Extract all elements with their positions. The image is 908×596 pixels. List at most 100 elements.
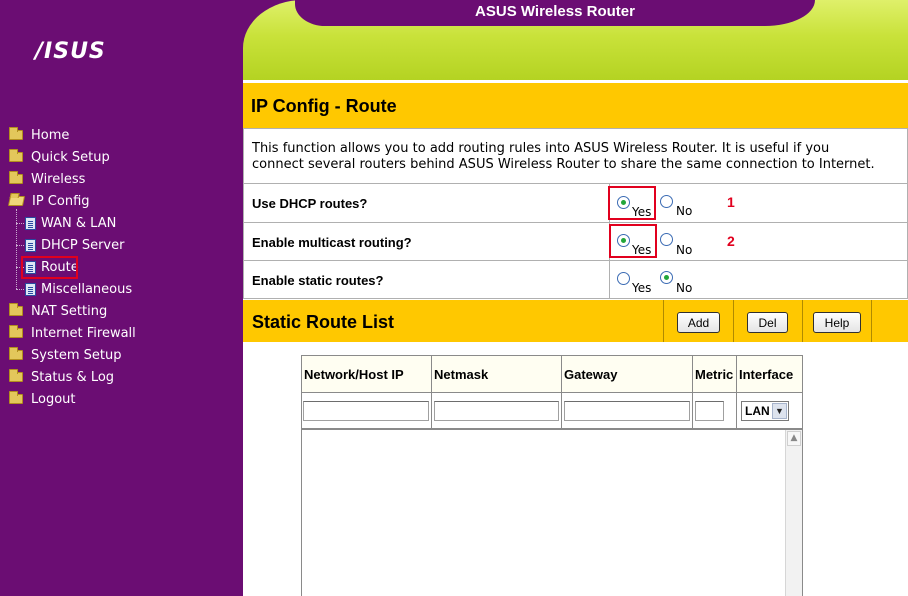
nav-label: Logout — [31, 391, 76, 407]
static-routes-yes-radio[interactable] — [617, 272, 630, 285]
button-cell: Add — [663, 300, 733, 342]
column-header-interface: Interface — [737, 356, 802, 393]
page-description: This function allows you to add routing … — [243, 128, 908, 184]
folder-icon — [9, 303, 23, 316]
help-button[interactable]: Help — [813, 312, 861, 333]
annotation-box — [609, 224, 657, 258]
nav-label: Status & Log — [31, 369, 115, 385]
asus-logo: /ISUS — [33, 39, 106, 64]
static-route-table: Network/Host IP Netmask Gateway Metric I… — [301, 355, 803, 596]
document-icon — [25, 216, 36, 230]
gateway-input[interactable] — [564, 401, 690, 421]
nav-dhcp-server[interactable]: DHCP Server — [25, 235, 124, 255]
main-content: IP Config - Route This function allows y… — [243, 80, 908, 596]
multicast-no-radio[interactable] — [660, 233, 673, 246]
nav-label: Wireless — [31, 171, 86, 187]
network-ip-input[interactable] — [303, 401, 429, 421]
interface-select[interactable]: LAN ▼ — [741, 401, 789, 421]
static-routes-no-radio[interactable] — [660, 271, 673, 284]
nav-miscellaneous[interactable]: Miscellaneous — [25, 279, 132, 299]
option-label: Enable multicast routing? — [252, 235, 412, 250]
folder-icon — [9, 325, 23, 338]
radio-label: No — [676, 243, 693, 257]
nav-quick-setup[interactable]: Quick Setup — [9, 147, 110, 167]
tree-guide — [16, 223, 24, 224]
radio-label: No — [676, 281, 693, 295]
route-highlight-box — [21, 256, 78, 279]
column-header-metric: Metric — [693, 356, 737, 393]
folder-icon — [9, 369, 23, 382]
input-cell — [562, 393, 693, 429]
svg-text:/ISUS: /ISUS — [33, 39, 106, 64]
nav-label: Miscellaneous — [41, 281, 133, 297]
page-title: IP Config - Route — [251, 96, 397, 116]
route-list-box[interactable]: ▲ — [302, 429, 802, 596]
nav-logout[interactable]: Logout — [9, 389, 76, 409]
folder-icon — [9, 391, 23, 404]
folder-icon — [9, 347, 23, 360]
input-cell — [432, 393, 562, 429]
dhcp-routes-no-radio[interactable] — [660, 195, 673, 208]
nav-label: System Setup — [31, 347, 122, 363]
folder-open-icon — [7, 196, 26, 206]
metric-input[interactable] — [695, 401, 724, 421]
scroll-up-icon[interactable]: ▲ — [787, 431, 801, 446]
tree-guide — [16, 245, 24, 246]
section-title: Static Route List — [252, 312, 395, 332]
column-header-netmask: Netmask — [432, 356, 562, 393]
add-button[interactable]: Add — [677, 312, 720, 333]
sidebar: /ISUS Home Quick Setup Wireless IP Confi… — [0, 0, 243, 596]
description-line: connect several routers behind ASUS Wire… — [252, 157, 875, 172]
chevron-down-icon: ▼ — [772, 403, 787, 419]
nav-ip-config[interactable]: IP Config — [7, 191, 90, 211]
nav-label: WAN & LAN — [41, 215, 117, 231]
nav-label: DHCP Server — [41, 237, 125, 253]
nav-system-setup[interactable]: System Setup — [9, 345, 121, 365]
page-title-bar: IP Config - Route — [243, 83, 908, 128]
option-row-static-routes: Enable static routes? Yes No — [243, 261, 908, 299]
folder-icon — [9, 127, 23, 140]
annotation-number: 2 — [727, 233, 735, 249]
radio-label: No — [676, 204, 693, 218]
nav-label: Internet Firewall — [31, 325, 136, 341]
annotation-box — [608, 186, 656, 220]
netmask-input[interactable] — [434, 401, 559, 421]
nav-wan-lan[interactable]: WAN & LAN — [25, 213, 116, 233]
folder-icon — [9, 171, 23, 184]
option-label: Enable static routes? — [252, 273, 384, 288]
folder-icon — [9, 149, 23, 162]
annotation-number: 1 — [727, 194, 735, 210]
column-header-network: Network/Host IP — [302, 356, 432, 393]
nav-wireless[interactable]: Wireless — [9, 169, 85, 189]
header: ASUS Wireless Router — [243, 0, 908, 80]
radio-label: Yes — [632, 281, 652, 295]
document-icon — [25, 282, 36, 296]
nav-label: Quick Setup — [31, 149, 110, 165]
nav-internet-firewall[interactable]: Internet Firewall — [9, 323, 136, 343]
option-label: Use DHCP routes? — [252, 196, 368, 211]
interface-value: LAN — [745, 404, 770, 418]
tree-guide — [16, 289, 24, 290]
column-divider — [609, 261, 610, 298]
nav-nat-setting[interactable]: NAT Setting — [9, 301, 107, 321]
nav-label: NAT Setting — [31, 303, 108, 319]
static-route-list-bar: Static Route List Add Del Help — [243, 300, 908, 342]
nav-status-log[interactable]: Status & Log — [9, 367, 114, 387]
button-cell: Help — [802, 300, 872, 342]
button-cell: Del — [733, 300, 802, 342]
option-row-dhcp-routes: Use DHCP routes? Yes No 1 — [243, 184, 908, 223]
app-title: ASUS Wireless Router — [475, 3, 635, 20]
input-cell: LAN ▼ — [737, 393, 802, 429]
scrollbar[interactable]: ▲ — [785, 430, 802, 596]
document-icon — [25, 238, 36, 252]
input-cell — [302, 393, 432, 429]
nav-home[interactable]: Home — [9, 125, 69, 145]
column-header-gateway: Gateway — [562, 356, 693, 393]
nav-label: IP Config — [32, 193, 90, 209]
input-cell — [693, 393, 737, 429]
description-line: This function allows you to add routing … — [252, 141, 830, 156]
tree-guide — [16, 209, 17, 289]
nav-label: Home — [31, 127, 70, 143]
option-row-multicast: Enable multicast routing? Yes No 2 — [243, 223, 908, 261]
delete-button[interactable]: Del — [747, 312, 788, 333]
